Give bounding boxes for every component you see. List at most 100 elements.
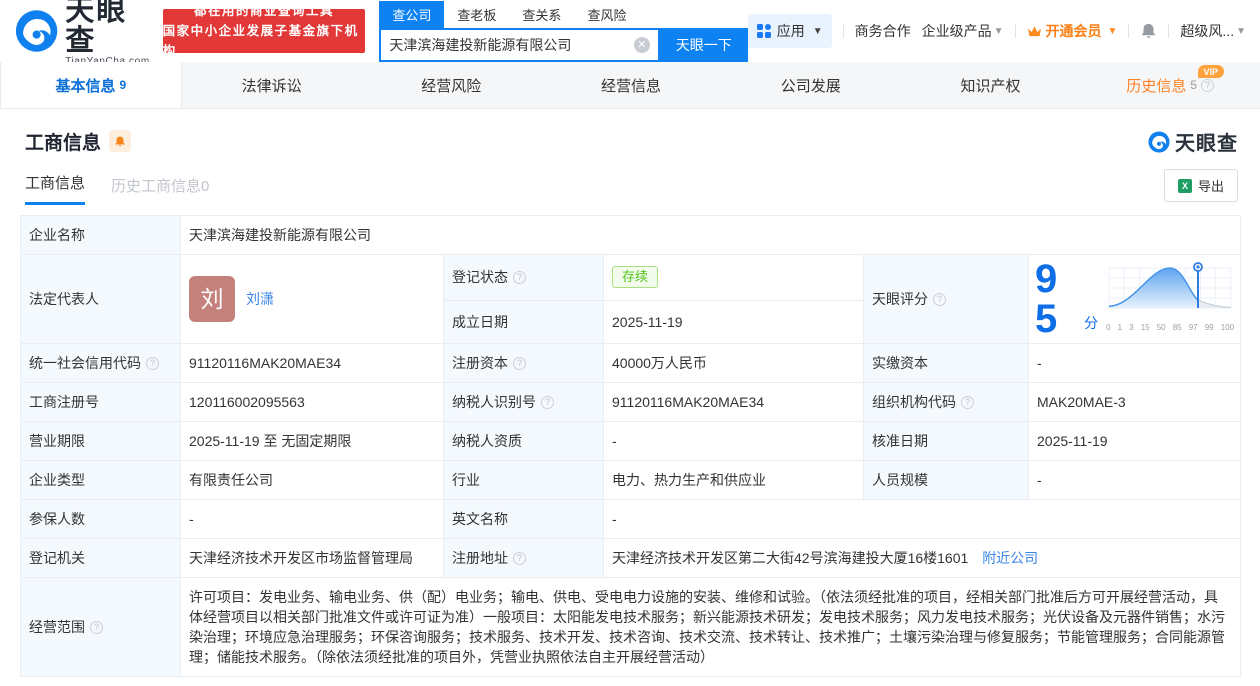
score-distribution-chart: 0 1 3 15 50 85 97 99 100 xyxy=(1106,260,1234,338)
business-term-value: 2025-11-19 至 无固定期限 xyxy=(180,421,444,461)
industry-value: 电力、热力生产和供应业 xyxy=(603,460,864,500)
registration-info-table: 企业名称 天津滨海建投新能源有限公司 法定代表人 刘 刘潇 登记状态? 存续 天… xyxy=(20,215,1242,677)
tab-legal-proceedings[interactable]: 法律诉讼 xyxy=(182,62,362,108)
search-row: 天津滨海建投新能源有限公司 ✕ 天眼一下 xyxy=(379,27,748,62)
table-row: 经营范围? 许可项目：发电业务、输电业务、供（配）电业务；输电、供电、受电电力设… xyxy=(20,577,1242,677)
vip-badge: VIP xyxy=(1197,65,1225,78)
insured-count-value: - xyxy=(180,499,444,539)
nav-open-vip[interactable]: 开通会员 ▼ xyxy=(1027,21,1117,41)
reg-status-value: 存续 xyxy=(603,254,864,301)
subscribe-bell-chip[interactable] xyxy=(109,130,132,152)
help-icon[interactable]: ? xyxy=(961,395,974,409)
tab-intellectual-property[interactable]: 知识产权 xyxy=(901,62,1081,108)
tianyancha-page: 天眼查 TianYanCha.com 都在用的商业查询工具 国家中小企业发展子基… xyxy=(0,0,1260,686)
search-tabs: 查公司 查老板 查关系 查风险 xyxy=(379,0,747,28)
business-scope-value: 许可项目：发电业务、输电业务、供（配）电业务；输电、供电、受电电力设施的安装、维… xyxy=(179,577,1242,677)
business-scope-label: 经营范围? xyxy=(20,577,181,677)
tianyancha-watermark-icon xyxy=(1148,130,1170,153)
reg-authority-label: 登记机关 xyxy=(20,538,181,578)
tab-company-development-label: 公司发展 xyxy=(780,77,841,95)
establish-date-value: 2025-11-19 xyxy=(603,299,864,345)
help-icon[interactable]: ? xyxy=(513,270,526,284)
business-info-section: 工商信息 天眼查 工商信息 历史工商信息0 X 导出 企业名称 天津滨海建投新能… xyxy=(0,109,1260,677)
search-tab-boss[interactable]: 查老板 xyxy=(444,1,509,28)
score-value: 95 xyxy=(1035,257,1058,341)
tianyancha-watermark: 天眼查 xyxy=(1148,127,1238,156)
logo-name: 天眼查 xyxy=(65,0,128,57)
export-button-label: 导出 xyxy=(1197,179,1224,194)
bell-icon xyxy=(115,136,125,146)
promo-banner-line1: 都在用的商业查询工具 xyxy=(193,4,334,18)
reg-address-value: 天津经济技术开发区第二大街42号滨海建投大厦16楼1601 附近公司 xyxy=(602,538,1242,578)
table-row: 法定代表人 刘 刘潇 登记状态? 存续 天眼评分? 95 分 0 1 3 15 … xyxy=(20,254,1242,344)
search-tab-relation[interactable]: 查关系 xyxy=(509,1,574,28)
taxpayer-id-label: 纳税人识别号? xyxy=(443,382,604,422)
nav-enterprise[interactable]: 企业级产品 ▼ xyxy=(922,21,1004,41)
search-tab-company[interactable]: 查公司 xyxy=(379,0,445,28)
table-row: 营业期限 2025-11-19 至 无固定期限 纳税人资质 - 核准日期 202… xyxy=(20,421,1242,461)
tab-operating-info-label: 经营信息 xyxy=(601,77,662,95)
reg-capital-value: 40000万人民币 xyxy=(603,343,864,383)
table-row: 工商注册号 120116002095563 纳税人识别号? 91120116MA… xyxy=(20,382,1242,422)
help-icon[interactable]: ? xyxy=(90,620,103,634)
help-icon[interactable]: ? xyxy=(541,395,554,409)
nav-super-risk[interactable]: 超级风... ▼ xyxy=(1180,21,1246,41)
tab-operating-info[interactable]: 经营信息 xyxy=(541,62,721,108)
search-input-value: 天津滨海建投新能源有限公司 xyxy=(389,36,572,53)
legal-rep-avatar[interactable]: 刘 xyxy=(189,276,235,322)
score-chart-axis: 0 1 3 15 50 85 97 99 100 xyxy=(1106,323,1235,332)
legal-rep-label: 法定代表人 xyxy=(20,254,181,344)
nav-cooperation[interactable]: 商务合作 xyxy=(855,21,911,41)
status-badge: 存续 xyxy=(612,266,659,289)
chevron-down-icon: ▼ xyxy=(812,25,823,37)
table-row: 登记机关 天津经济技术开发区市场监督管理局 注册地址? 天津经济技术开发区第二大… xyxy=(20,538,1242,578)
search-widget: 查公司 查老板 查关系 查风险 天津滨海建投新能源有限公司 ✕ 天眼一下 xyxy=(379,0,748,62)
apps-menu[interactable]: 应用 ▼ xyxy=(747,14,832,48)
nav-enterprise-label: 企业级产品 xyxy=(921,23,992,39)
apps-grid-icon xyxy=(756,24,771,38)
tab-operating-risk-label: 经营风险 xyxy=(421,77,482,95)
tianyancha-logo[interactable]: 天眼查 TianYanCha.com xyxy=(15,0,153,67)
clear-icon[interactable]: ✕ xyxy=(633,36,650,53)
legal-rep-name-link[interactable]: 刘潇 xyxy=(246,289,274,309)
export-button[interactable]: X 导出 xyxy=(1163,169,1238,202)
nav-super-risk-label: 超级风... xyxy=(1180,23,1235,39)
help-icon[interactable]: ? xyxy=(933,292,946,306)
org-code-label: 组织机构代码? xyxy=(863,382,1029,422)
subtab-history-business-info[interactable]: 历史工商信息0 xyxy=(111,175,209,205)
search-tab-risk[interactable]: 查风险 xyxy=(574,1,639,28)
nav-open-vip-label: 开通会员 xyxy=(1045,23,1102,39)
tab-basic-info[interactable]: 基本信息 9 xyxy=(0,62,182,108)
table-row: 企业名称 天津滨海建投新能源有限公司 xyxy=(20,215,1242,255)
promo-banner-line2: 国家中小企业发展子基金旗下机构 xyxy=(162,24,359,58)
help-icon[interactable]: ? xyxy=(1201,78,1215,92)
reg-address-label: 注册地址? xyxy=(443,538,604,578)
credit-code-value: 91120116MAK20MAE34 xyxy=(180,343,444,383)
tab-history-info[interactable]: VIP 历史信息 5 ? xyxy=(1080,62,1260,108)
subtab-business-info[interactable]: 工商信息 xyxy=(25,172,86,205)
reg-number-label: 工商注册号 xyxy=(20,382,181,422)
nav-divider xyxy=(842,24,844,38)
tianyancha-logo-text: 天眼查 TianYanCha.com xyxy=(65,0,152,67)
promo-banner: 都在用的商业查询工具 国家中小企业发展子基金旗下机构 xyxy=(162,4,366,58)
notification-bell[interactable] xyxy=(1140,22,1157,40)
score-label: 天眼评分? xyxy=(863,254,1029,344)
table-row: 参保人数 - 英文名称 - xyxy=(20,499,1242,539)
table-row: 企业类型 有限责任公司 行业 电力、热力生产和供应业 人员规模 - xyxy=(20,460,1242,500)
tab-operating-risk[interactable]: 经营风险 xyxy=(361,62,541,108)
excel-icon: X xyxy=(1177,178,1192,193)
reg-capital-label: 注册资本? xyxy=(443,343,604,383)
staff-size-label: 人员规模 xyxy=(863,460,1029,500)
subtab-bar: 工商信息 历史工商信息0 X 导出 xyxy=(25,169,1240,205)
section-header: 工商信息 天眼查 xyxy=(25,127,1240,155)
search-input[interactable]: 天津滨海建投新能源有限公司 ✕ xyxy=(379,27,660,62)
help-icon[interactable]: ? xyxy=(513,356,526,370)
help-icon[interactable]: ? xyxy=(513,551,526,565)
staff-size-value: - xyxy=(1027,460,1242,500)
org-code-value: MAK20MAE-3 xyxy=(1027,382,1242,422)
tab-company-development[interactable]: 公司发展 xyxy=(721,62,901,108)
search-button[interactable]: 天眼一下 xyxy=(659,27,748,62)
industry-label: 行业 xyxy=(443,460,604,500)
nearby-companies-link[interactable]: 附近公司 xyxy=(982,550,1038,566)
help-icon[interactable]: ? xyxy=(146,356,159,370)
